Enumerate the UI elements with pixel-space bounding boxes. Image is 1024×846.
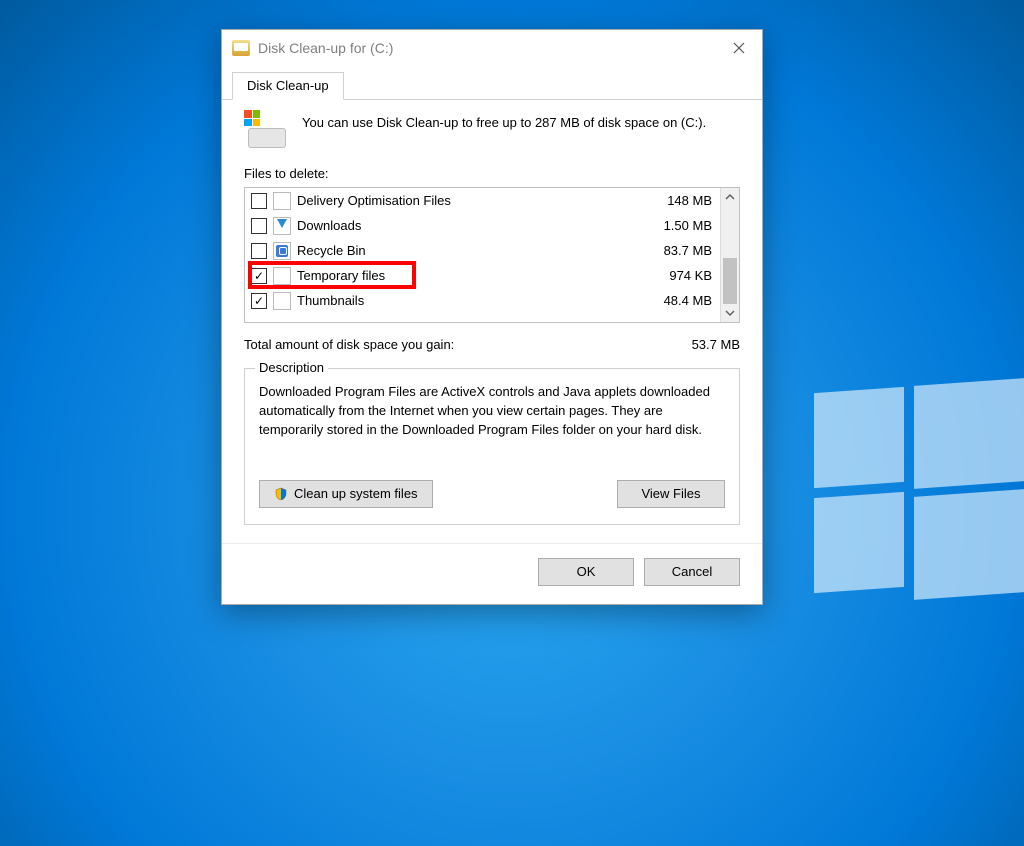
close-icon bbox=[733, 42, 745, 54]
file-name: Thumbnails bbox=[297, 293, 636, 308]
file-checkbox[interactable] bbox=[251, 243, 267, 259]
file-type-icon bbox=[273, 192, 291, 210]
windows-logo bbox=[814, 390, 1024, 600]
scroll-up-button[interactable] bbox=[721, 188, 739, 206]
description-legend: Description bbox=[255, 360, 328, 375]
tab-strip: Disk Clean-up bbox=[222, 66, 762, 100]
description-text: Downloaded Program Files are ActiveX con… bbox=[259, 383, 725, 440]
scroll-down-button[interactable] bbox=[721, 304, 739, 322]
file-checkbox[interactable] bbox=[251, 293, 267, 309]
chevron-up-icon bbox=[725, 192, 735, 202]
files-to-delete-label: Files to delete: bbox=[244, 166, 740, 181]
drive-icon bbox=[244, 114, 288, 150]
dialog-footer: OK Cancel bbox=[222, 543, 762, 604]
app-icon bbox=[232, 40, 250, 56]
file-type-icon bbox=[273, 242, 291, 260]
file-list-row[interactable]: Temporary files 974 KB bbox=[245, 263, 720, 288]
shield-icon bbox=[274, 487, 288, 501]
file-list-row[interactable]: Delivery Optimisation Files 148 MB bbox=[245, 188, 720, 213]
tab-disk-cleanup[interactable]: Disk Clean-up bbox=[232, 72, 344, 100]
file-type-icon bbox=[273, 292, 291, 310]
disk-cleanup-dialog: Disk Clean-up for (C:) Disk Clean-up Y bbox=[221, 29, 763, 605]
total-value: 53.7 MB bbox=[660, 337, 740, 352]
panel: You can use Disk Clean-up to free up to … bbox=[222, 100, 762, 543]
file-name: Recycle Bin bbox=[297, 243, 636, 258]
file-size: 974 KB bbox=[642, 268, 712, 283]
file-size: 1.50 MB bbox=[642, 218, 712, 233]
ok-button[interactable]: OK bbox=[538, 558, 634, 586]
scroll-thumb[interactable] bbox=[723, 258, 737, 304]
cancel-label: Cancel bbox=[672, 564, 712, 579]
file-checkbox[interactable] bbox=[251, 268, 267, 284]
file-list-row[interactable]: Recycle Bin 83.7 MB bbox=[245, 238, 720, 263]
ok-label: OK bbox=[577, 564, 596, 579]
file-name: Delivery Optimisation Files bbox=[297, 193, 636, 208]
clean-system-files-button[interactable]: Clean up system files bbox=[259, 480, 433, 508]
file-checkbox[interactable] bbox=[251, 193, 267, 209]
file-list: Delivery Optimisation Files 148 MB Downloa… bbox=[244, 187, 740, 323]
desktop-background: Disk Clean-up for (C:) Disk Clean-up Y bbox=[0, 0, 1024, 846]
clean-system-files-label: Clean up system files bbox=[294, 486, 418, 501]
view-files-label: View Files bbox=[641, 486, 700, 501]
cancel-button[interactable]: Cancel bbox=[644, 558, 740, 586]
file-size: 83.7 MB bbox=[642, 243, 712, 258]
total-line: Total amount of disk space you gain: 53.… bbox=[244, 337, 740, 352]
window-title: Disk Clean-up for (C:) bbox=[258, 40, 393, 56]
file-size: 148 MB bbox=[642, 193, 712, 208]
file-name: Temporary files bbox=[297, 268, 636, 283]
scrollbar[interactable] bbox=[720, 188, 739, 322]
tab-label: Disk Clean-up bbox=[247, 78, 329, 93]
scroll-track[interactable] bbox=[721, 206, 739, 304]
file-size: 48.4 MB bbox=[642, 293, 712, 308]
close-button[interactable] bbox=[716, 30, 762, 66]
file-name: Downloads bbox=[297, 218, 636, 233]
file-list-row[interactable]: Thumbnails 48.4 MB bbox=[245, 288, 720, 313]
description-group: Description Downloaded Program Files are… bbox=[244, 368, 740, 525]
total-label: Total amount of disk space you gain: bbox=[244, 337, 454, 352]
view-files-button[interactable]: View Files bbox=[617, 480, 725, 508]
intro-text: You can use Disk Clean-up to free up to … bbox=[302, 114, 706, 133]
intro: You can use Disk Clean-up to free up to … bbox=[244, 114, 740, 150]
titlebar[interactable]: Disk Clean-up for (C:) bbox=[222, 30, 762, 66]
chevron-down-icon bbox=[725, 308, 735, 318]
file-type-icon bbox=[273, 267, 291, 285]
file-checkbox[interactable] bbox=[251, 218, 267, 234]
file-type-icon bbox=[273, 217, 291, 235]
file-list-row[interactable]: Downloads 1.50 MB bbox=[245, 213, 720, 238]
